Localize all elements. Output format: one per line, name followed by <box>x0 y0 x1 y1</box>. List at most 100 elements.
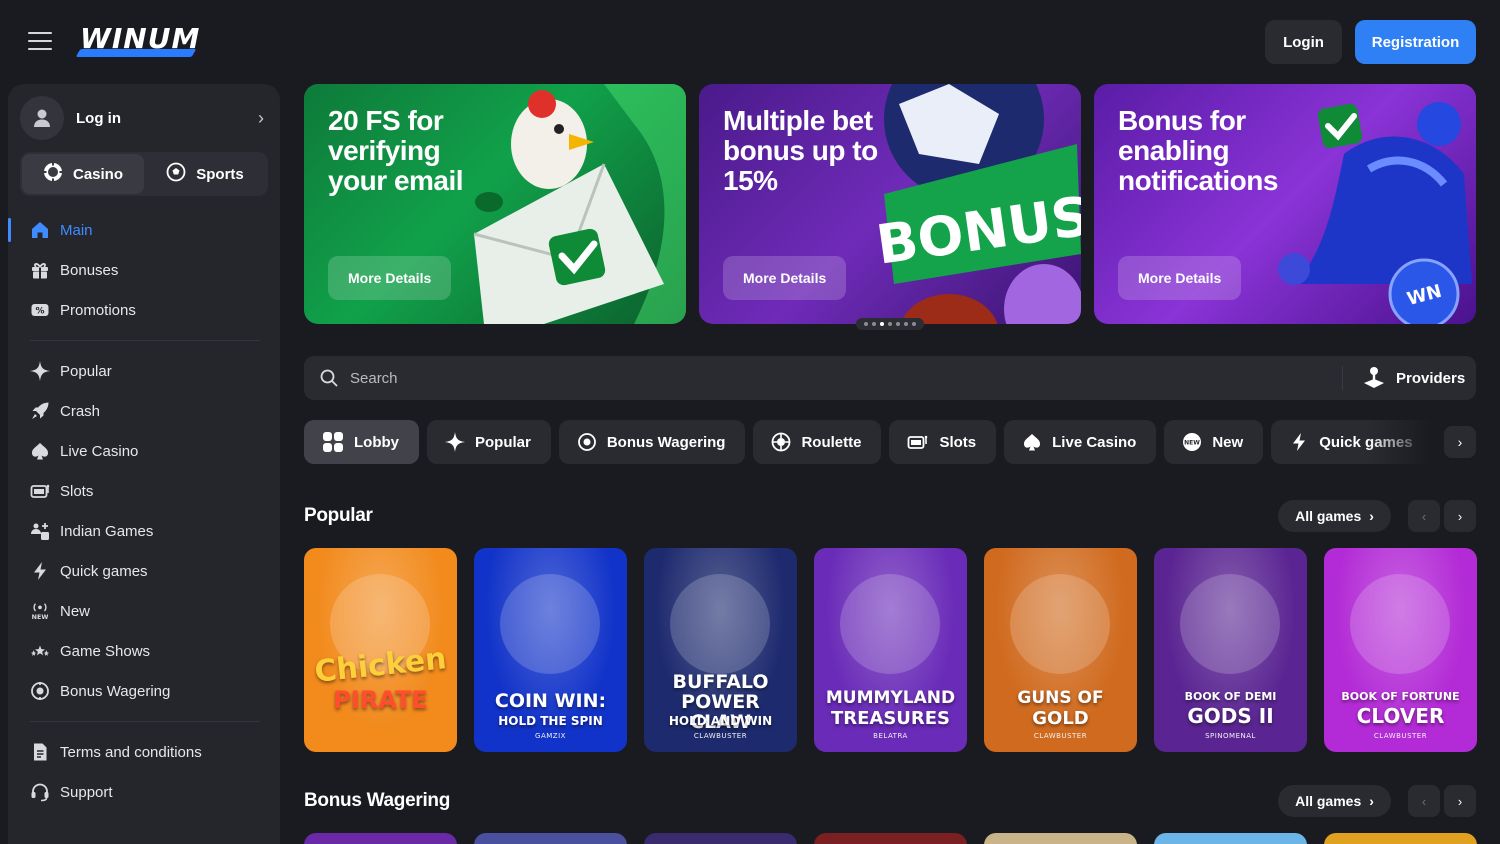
category-popular[interactable]: Popular <box>427 420 551 464</box>
game-card[interactable] <box>644 833 797 844</box>
sidebar-item-slots[interactable]: Slots <box>8 471 280 511</box>
more-details-button[interactable]: More Details <box>328 256 452 300</box>
tab-casino[interactable]: Casino <box>22 154 144 194</box>
stars-icon <box>30 641 50 661</box>
game-card[interactable]: MUMMYLAND TREASURES BELATRA <box>814 548 967 752</box>
sidebar-item-support[interactable]: Support <box>8 772 280 812</box>
category-slots[interactable]: Slots <box>889 420 997 464</box>
registration-button[interactable]: Registration <box>1355 20 1476 64</box>
search-bar: Providers <box>304 356 1476 400</box>
banner-multiple-bet[interactable]: BONUS Multiple bet bonus up to 15% More … <box>699 84 1081 324</box>
more-details-button[interactable]: More Details <box>723 256 847 300</box>
chevron-right-icon: › <box>1369 793 1374 809</box>
search-input[interactable] <box>350 369 1330 387</box>
all-games-button[interactable]: All games › <box>1278 500 1391 532</box>
game-subtitle: HOLD THE SPIN <box>498 714 603 728</box>
game-card[interactable]: BOOK OF DEMI GODS II SPINOMENAL <box>1154 548 1307 752</box>
game-title: Chicken <box>312 641 449 690</box>
casino-sports-switcher: Casino Sports <box>20 152 268 196</box>
sidebar-item-label: Live Casino <box>60 442 139 460</box>
popular-games-row: Chicken PIRATE COIN WIN: HOLD THE SPIN GAMZI… <box>304 548 1477 752</box>
game-card[interactable]: COIN WIN: HOLD THE SPIN GAMZIX <box>474 548 627 752</box>
game-subtitle: HOLD AND WIN <box>668 714 773 728</box>
sidebar-item-label: Game Shows <box>60 642 151 660</box>
carousel-indicator[interactable] <box>856 318 924 330</box>
sidebar-item-promotions[interactable]: % Promotions <box>8 290 280 330</box>
game-card[interactable]: BOOK OF FORTUNE CLOVER CLAWBUSTER <box>1324 548 1477 752</box>
carousel-dot[interactable] <box>904 322 908 326</box>
carousel-dot[interactable] <box>872 322 876 326</box>
next-arrow-icon[interactable]: › <box>1444 785 1476 817</box>
sidebar-item-label: Bonus Wagering <box>60 682 171 700</box>
menu-icon[interactable] <box>28 32 52 52</box>
game-card[interactable] <box>304 833 457 844</box>
category-roulette[interactable]: Roulette <box>753 420 882 464</box>
sidebar-item-label: Terms and conditions <box>60 743 202 761</box>
roulette-icon <box>772 432 791 452</box>
carousel-dot[interactable] <box>864 322 868 326</box>
category-bonus-wagering[interactable]: Bonus Wagering <box>558 420 746 464</box>
sidebar: Log in › Casino Sports Main Bonuses % Pr… <box>8 84 280 844</box>
sidebar-login-row[interactable]: Log in › <box>20 96 268 140</box>
user-avatar-icon <box>20 96 64 140</box>
game-provider: CLAWBUSTER <box>1373 732 1428 740</box>
tab-sports-label: Sports <box>196 165 244 183</box>
top-header: WINUM Login Registration <box>0 0 1500 84</box>
carousel-dot[interactable] <box>912 322 916 326</box>
tab-sports[interactable]: Sports <box>144 154 266 194</box>
game-card[interactable]: GUNS OF GOLD CLAWBUSTER <box>984 548 1137 752</box>
bonus-coin-icon <box>577 433 596 451</box>
sidebar-item-bonus-wagering[interactable]: Bonus Wagering <box>8 671 280 711</box>
game-card[interactable] <box>1324 833 1477 844</box>
section-title-bonus-wagering: Bonus Wagering <box>304 790 451 811</box>
carousel-dot[interactable] <box>880 322 884 326</box>
bonus-wagering-games-row <box>304 833 1477 844</box>
banner-email-fs[interactable]: 20 FS for verifying your email More Deta… <box>304 84 686 324</box>
providers-button[interactable]: Providers <box>1362 356 1465 400</box>
all-games-button[interactable]: All games › <box>1278 785 1391 817</box>
prev-arrow-icon[interactable]: ‹ <box>1408 785 1440 817</box>
carousel-dot[interactable] <box>896 322 900 326</box>
game-subtitle: GOLD <box>1032 708 1089 729</box>
sidebar-item-popular[interactable]: Popular <box>8 351 280 391</box>
all-games-label: All games <box>1295 793 1362 809</box>
game-card[interactable] <box>984 833 1137 844</box>
game-provider: CLAWBUSTER <box>1033 732 1088 740</box>
category-new[interactable]: NEW New <box>1164 420 1264 464</box>
prev-arrow-icon[interactable]: ‹ <box>1408 500 1440 532</box>
chevron-right-icon[interactable]: › <box>1444 426 1476 458</box>
category-lobby[interactable]: Lobby <box>304 420 419 464</box>
category-label: Popular <box>475 433 531 451</box>
sidebar-item-new[interactable]: NEW New <box>8 591 280 631</box>
game-provider: SPINOMENAL <box>1205 732 1256 740</box>
sidebar-item-game-shows[interactable]: Game Shows <box>8 631 280 671</box>
sidebar-item-terms[interactable]: Terms and conditions <box>8 732 280 772</box>
game-card[interactable] <box>1154 833 1307 844</box>
game-card[interactable]: BUFFALO POWER CLAW HOLD AND WIN CLAWBUSTER <box>644 548 797 752</box>
joystick-icon <box>1364 367 1384 388</box>
sidebar-item-bonuses[interactable]: Bonuses <box>8 250 280 290</box>
more-details-button[interactable]: More Details <box>1118 256 1242 300</box>
sidebar-item-crash[interactable]: Crash <box>8 391 280 431</box>
category-live-casino[interactable]: Live Casino <box>1004 420 1157 464</box>
category-label: Lobby <box>354 433 399 451</box>
banner-notifications[interactable]: WN Bonus for enabling notifications More… <box>1094 84 1476 324</box>
winum-logo[interactable]: WINUM <box>75 22 199 62</box>
next-arrow-icon[interactable]: › <box>1444 500 1476 532</box>
category-label: Slots <box>939 433 977 451</box>
game-title: BOOK OF DEMI <box>1184 690 1277 703</box>
game-card[interactable]: Chicken PIRATE <box>304 548 457 752</box>
carousel-dot[interactable] <box>888 322 892 326</box>
sidebar-item-main[interactable]: Main <box>8 210 280 250</box>
document-icon <box>30 742 50 762</box>
slot-machine-icon <box>30 481 50 501</box>
game-card[interactable] <box>474 833 627 844</box>
category-label: Roulette <box>801 433 862 451</box>
section-title-popular: Popular <box>304 505 373 526</box>
login-button[interactable]: Login <box>1265 20 1342 64</box>
sidebar-item-label: Support <box>60 783 113 801</box>
sidebar-item-quick-games[interactable]: Quick games <box>8 551 280 591</box>
sidebar-item-live-casino[interactable]: Live Casino <box>8 431 280 471</box>
game-card[interactable] <box>814 833 967 844</box>
sidebar-item-indian-games[interactable]: Indian Games <box>8 511 280 551</box>
